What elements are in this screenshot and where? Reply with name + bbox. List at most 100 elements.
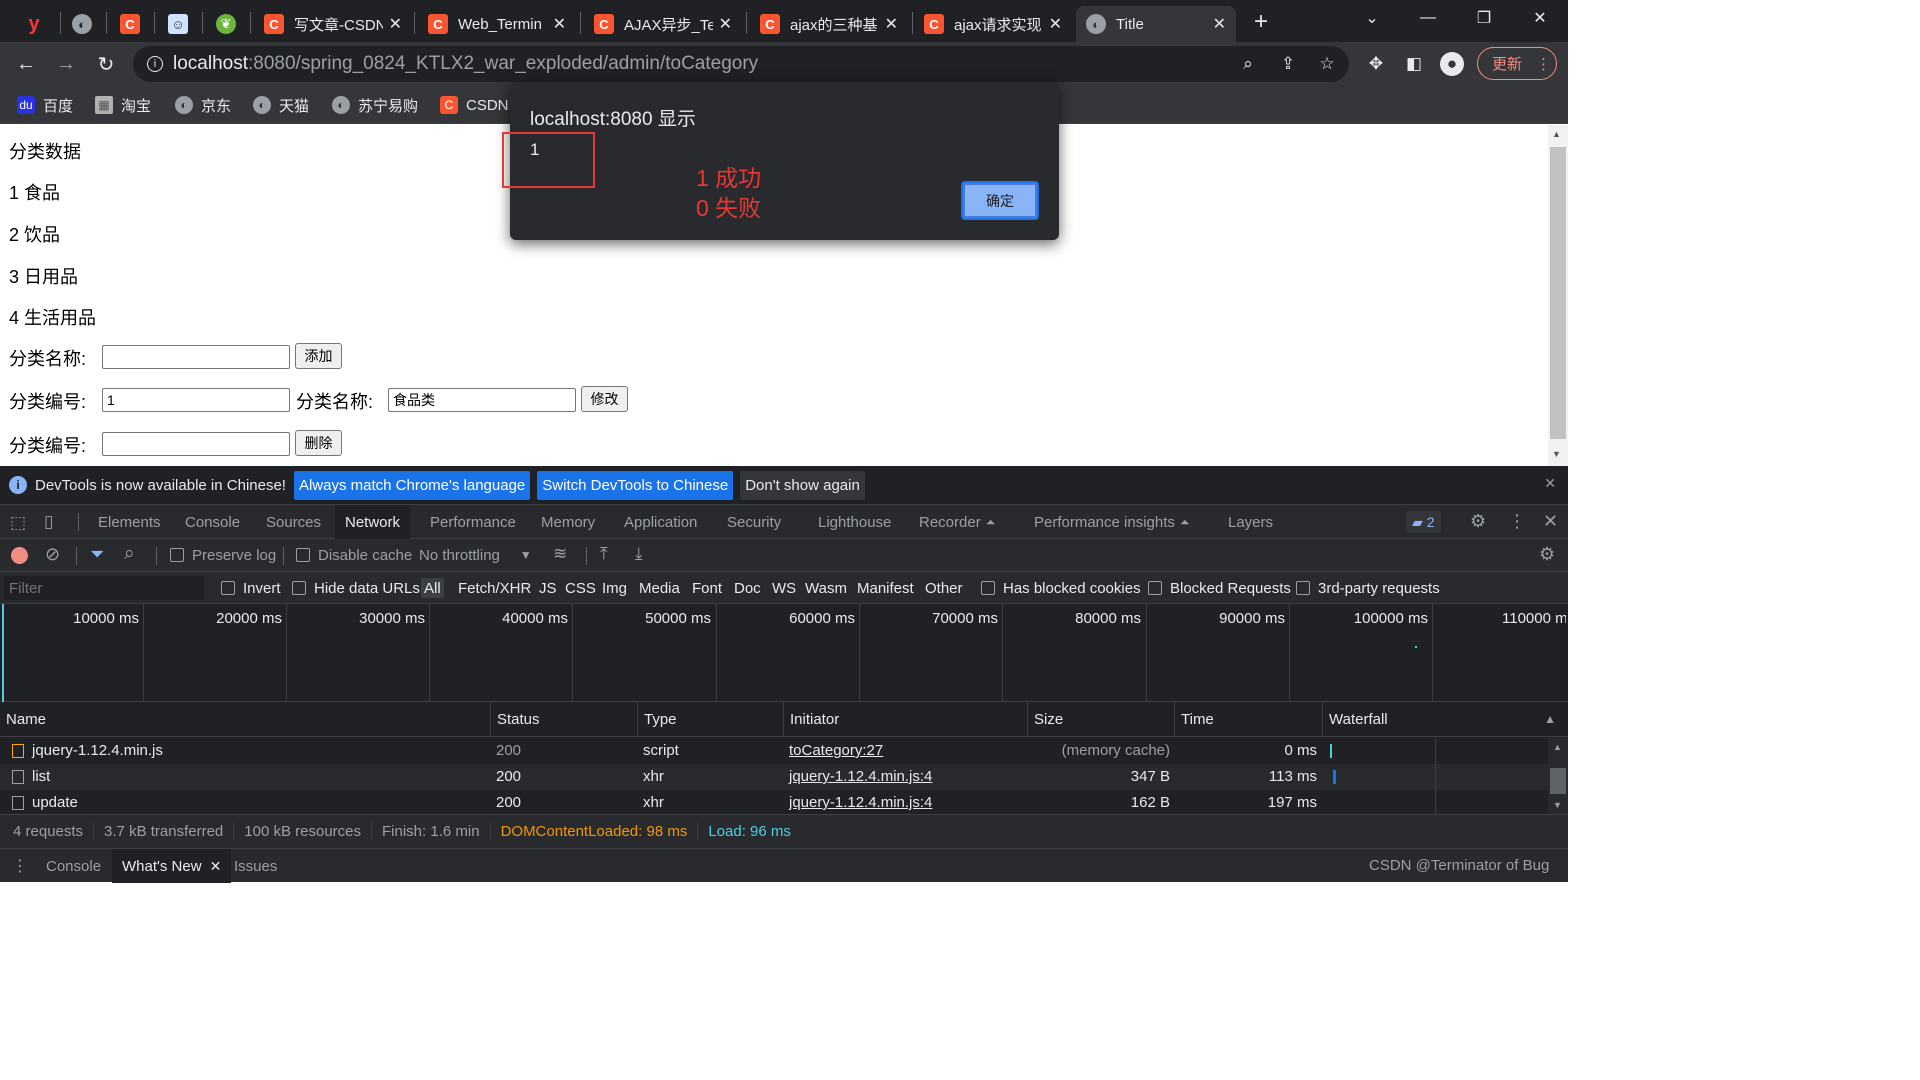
tab-console[interactable]: Console xyxy=(175,505,250,539)
scroll-thumb[interactable] xyxy=(1550,147,1566,439)
type-img[interactable]: Img xyxy=(602,578,627,598)
col-type[interactable]: Type xyxy=(637,702,783,737)
tab-0[interactable]: y xyxy=(14,6,54,42)
new-tab-button[interactable]: + xyxy=(1254,8,1268,36)
inspect-icon[interactable]: ⬚ xyxy=(10,513,26,533)
type-doc[interactable]: Doc xyxy=(734,578,761,598)
edit-button[interactable]: 修改 xyxy=(581,386,628,412)
table-row[interactable]: jquery-1.12.4.min.js 200 script toCatego… xyxy=(0,738,1548,764)
bookmark-csdn[interactable]: C CSDN xyxy=(440,94,509,116)
tab-sources[interactable]: Sources xyxy=(256,505,331,539)
close-icon[interactable]: ✕ xyxy=(553,14,566,34)
tab-5[interactable]: C 写文章-CSDN ✕ xyxy=(254,6,412,42)
tab-layers[interactable]: Layers xyxy=(1218,505,1283,539)
match-language-button[interactable]: Always match Chrome's language xyxy=(293,470,531,500)
menu-icon[interactable]: ⋮ xyxy=(1536,55,1551,73)
type-all[interactable]: All xyxy=(421,578,444,598)
delete-button[interactable]: 删除 xyxy=(295,430,342,456)
bookmark-baidu[interactable]: du 百度 xyxy=(17,94,73,116)
filter-icon[interactable]: ⏷ xyxy=(90,544,104,565)
share-icon[interactable]: ⇪ xyxy=(1276,52,1300,76)
export-har-icon[interactable]: ⤓ xyxy=(635,544,643,564)
edit-name-input[interactable] xyxy=(388,388,576,412)
tab-performance[interactable]: Performance xyxy=(420,505,526,539)
tab-application[interactable]: Application xyxy=(614,505,707,539)
star-icon[interactable]: ☆ xyxy=(1315,52,1339,76)
drawer-menu-icon[interactable]: ⋮ xyxy=(12,856,28,876)
col-time[interactable]: Time xyxy=(1174,702,1322,737)
ok-button[interactable]: 确定 xyxy=(961,181,1039,220)
table-row[interactable]: list 200 xhr jquery-1.12.4.min.js:4 347 … xyxy=(0,764,1548,790)
switch-chinese-button[interactable]: Switch DevTools to Chinese xyxy=(537,470,734,500)
tab-elements[interactable]: Elements xyxy=(88,505,171,539)
tab-performance-insights[interactable]: Performance insights ⏶ xyxy=(1024,505,1200,539)
blocked-requests-checkbox[interactable]: Blocked Requests xyxy=(1148,578,1291,598)
zoom-icon[interactable]: ⌕ xyxy=(1236,52,1260,76)
type-manifest[interactable]: Manifest xyxy=(857,578,914,598)
issues-badge[interactable]: ▰ 2 xyxy=(1406,511,1441,533)
side-panel-icon[interactable]: ◧ xyxy=(1402,52,1426,76)
type-media[interactable]: Media xyxy=(639,578,680,598)
info-icon[interactable]: i xyxy=(147,56,163,72)
col-initiator[interactable]: Initiator xyxy=(783,702,1027,737)
scroll-down-icon[interactable]: ▼ xyxy=(1552,449,1561,459)
scroll-thumb[interactable] xyxy=(1550,768,1566,794)
search-icon[interactable]: ⌕ xyxy=(124,543,135,565)
edit-id-input[interactable] xyxy=(102,388,290,412)
type-ws[interactable]: WS xyxy=(772,578,796,598)
update-button[interactable]: 更新 ⋮ xyxy=(1477,47,1557,80)
tab-memory[interactable]: Memory xyxy=(531,505,605,539)
address-bar[interactable]: i localhost:8080/spring_0824_KTLX2_war_e… xyxy=(133,46,1349,82)
col-status[interactable]: Status xyxy=(490,702,637,737)
filter-input[interactable] xyxy=(4,576,204,600)
import-har-icon[interactable]: ⤒ xyxy=(600,544,608,564)
profile-icon[interactable]: ● xyxy=(1440,52,1464,76)
tab-2[interactable]: C xyxy=(110,6,150,42)
type-font[interactable]: Font xyxy=(692,578,722,598)
close-icon[interactable]: ✕ xyxy=(885,14,898,34)
tab-search-icon[interactable]: ⌄ xyxy=(1344,0,1400,36)
add-name-input[interactable] xyxy=(102,345,290,369)
tab-recorder[interactable]: Recorder ⏶ xyxy=(909,505,1005,539)
tab-title-active[interactable]: ◐ Title ✕ xyxy=(1076,6,1236,42)
restore-icon[interactable]: ❐ xyxy=(1456,0,1512,36)
bookmark-suning[interactable]: ◐ 苏宁易购 xyxy=(332,94,418,116)
preserve-log-checkbox[interactable]: Preserve log xyxy=(170,545,276,565)
scroll-up-icon[interactable]: ▲ xyxy=(1552,129,1561,139)
bookmark-jd[interactable]: ◐ 京东 xyxy=(175,94,231,116)
gear-icon[interactable]: ⚙ xyxy=(1470,511,1486,532)
close-icon[interactable]: ✕ xyxy=(389,14,402,34)
type-css[interactable]: CSS xyxy=(565,578,596,598)
extensions-icon[interactable]: ✥ xyxy=(1364,52,1388,76)
row-initiator[interactable]: jquery-1.12.4.min.js:4 xyxy=(783,790,932,816)
tab-4[interactable]: ❦ xyxy=(206,6,246,42)
tab-7[interactable]: C AJAX异步_Te ✕ xyxy=(584,6,742,42)
tab-6[interactable]: C Web_Termin ✕ xyxy=(418,6,576,42)
record-icon[interactable] xyxy=(11,547,28,564)
scroll-down-icon[interactable]: ▼ xyxy=(1553,800,1562,810)
reload-icon[interactable]: ↻ xyxy=(92,50,120,78)
dont-show-button[interactable]: Don't show again xyxy=(740,470,865,500)
row-initiator[interactable]: toCategory:27 xyxy=(783,738,883,764)
disable-cache-checkbox[interactable]: Disable cache xyxy=(296,545,412,565)
blocked-cookies-checkbox[interactable]: Has blocked cookies xyxy=(981,578,1141,598)
drawer-tab-console[interactable]: Console xyxy=(36,849,111,883)
tab-3[interactable]: ☺ xyxy=(158,6,198,42)
network-settings-gear-icon[interactable]: ⚙ xyxy=(1539,544,1555,565)
table-row[interactable]: update 200 xhr jquery-1.12.4.min.js:4 16… xyxy=(0,790,1548,816)
tab-9[interactable]: Cajax请求实现 ✕ xyxy=(914,6,1072,42)
tab-8[interactable]: Cajax的三种基 ✕ xyxy=(750,6,908,42)
drawer-tab-issues[interactable]: Issues xyxy=(224,849,287,883)
drawer-tab-whats-new[interactable]: What's New ✕ xyxy=(112,849,232,883)
invert-checkbox[interactable]: Invert xyxy=(221,578,281,598)
forward-icon[interactable]: → xyxy=(52,50,80,78)
type-other[interactable]: Other xyxy=(925,578,963,598)
type-fetch-xhr[interactable]: Fetch/XHR xyxy=(458,578,531,598)
clear-icon[interactable]: ⊘ xyxy=(45,544,60,565)
tab-security[interactable]: Security xyxy=(717,505,791,539)
tab-lighthouse[interactable]: Lighthouse xyxy=(808,505,901,539)
bookmark-taobao[interactable]: ▦ 淘宝 xyxy=(95,94,151,116)
network-overview[interactable]: 10000 ms 20000 ms 30000 ms 40000 ms 5000… xyxy=(0,604,1568,702)
throttling-select[interactable]: No throttling ▼ xyxy=(419,545,532,565)
window-close-icon[interactable]: ✕ xyxy=(1512,0,1568,36)
